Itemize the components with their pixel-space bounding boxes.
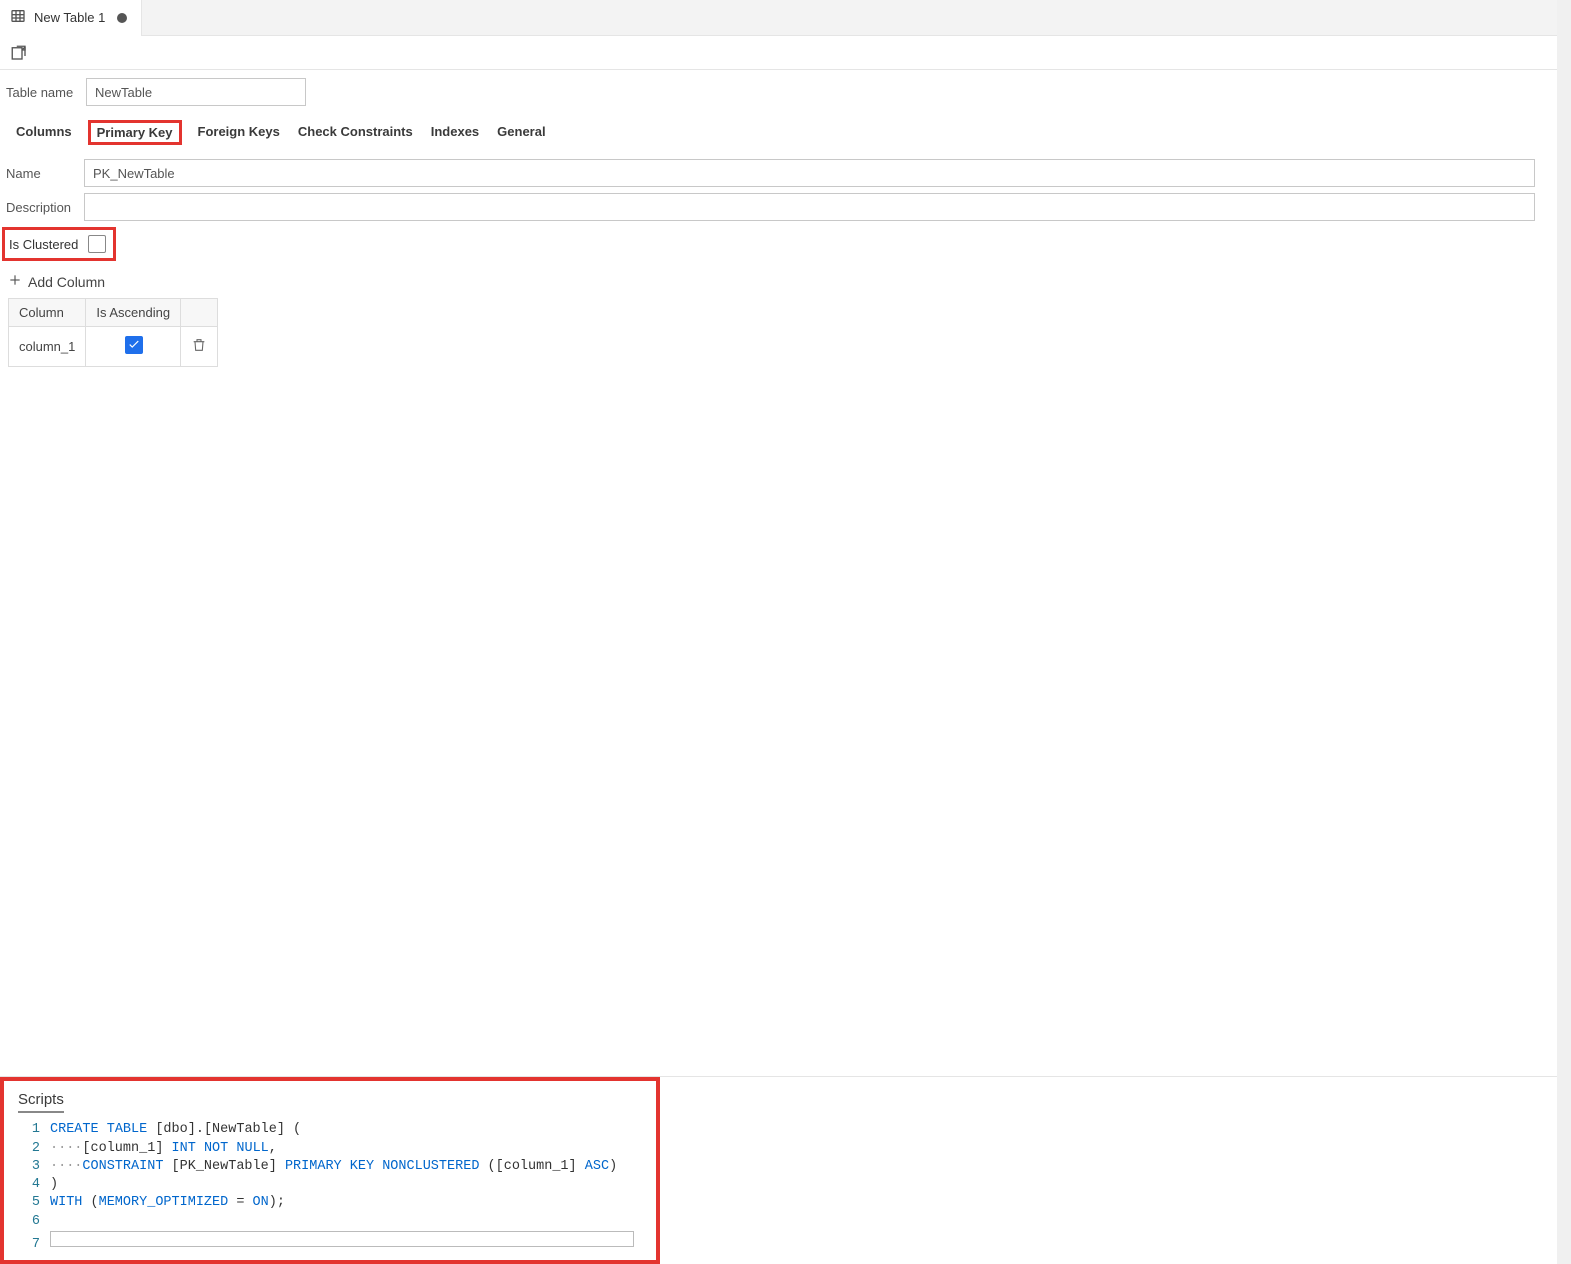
scrollbar-track[interactable]: [1557, 0, 1571, 1264]
table-row[interactable]: column_1: [9, 327, 218, 367]
pk-columns-table: ColumnIs Ascending column_1: [8, 298, 218, 367]
file-tabstrip: New Table 1: [0, 0, 1557, 36]
scripts-pane: Scripts 1CREATE TABLE [dbo].[NewTable] (…: [0, 1076, 1557, 1264]
editor-toolbar: [0, 36, 1557, 70]
plus-icon: [8, 273, 22, 290]
pk-name-label: Name: [6, 166, 84, 181]
pk-clustered-checkbox[interactable]: [88, 235, 106, 253]
table-icon: [10, 8, 26, 27]
tab-indexes[interactable]: Indexes: [429, 120, 481, 145]
pk-row-delete[interactable]: [181, 327, 218, 367]
pk-col-header: [181, 299, 218, 327]
table-name-label: Table name: [6, 85, 86, 100]
pk-col-header: Column: [9, 299, 86, 327]
tab-general[interactable]: General: [495, 120, 547, 145]
file-tab-newtable[interactable]: New Table 1: [0, 0, 142, 36]
pk-col-name: column_1: [9, 327, 86, 367]
pk-asc-checkbox[interactable]: [125, 336, 143, 354]
add-column-label: Add Column: [28, 274, 105, 290]
designer-tabs: Columns Primary Key Foreign Keys Check Cons…: [4, 112, 1553, 155]
pk-name-input[interactable]: [84, 159, 1535, 187]
tab-columns[interactable]: Columns: [14, 120, 74, 145]
file-tab-title: New Table 1: [34, 10, 105, 25]
scripts-title: Scripts: [18, 1091, 64, 1113]
pk-col-header: Is Ascending: [86, 299, 181, 327]
add-column-button[interactable]: Add Column: [6, 267, 1551, 296]
scripts-code[interactable]: 1CREATE TABLE [dbo].[NewTable] (2····[co…: [18, 1121, 642, 1254]
table-name-input[interactable]: [86, 78, 306, 106]
open-new-icon[interactable]: [8, 42, 30, 64]
pk-desc-input[interactable]: [84, 193, 1535, 221]
dirty-indicator-icon: [117, 13, 127, 23]
trash-icon: [191, 341, 207, 356]
tab-check-constraints[interactable]: Check Constraints: [296, 120, 415, 145]
tab-primary-key[interactable]: Primary Key: [88, 120, 182, 145]
tab-foreign-keys[interactable]: Foreign Keys: [196, 120, 282, 145]
primary-key-section: Name Description Is Clustered: [4, 159, 1553, 367]
pk-clustered-label: Is Clustered: [9, 237, 78, 252]
pk-desc-label: Description: [6, 200, 84, 215]
